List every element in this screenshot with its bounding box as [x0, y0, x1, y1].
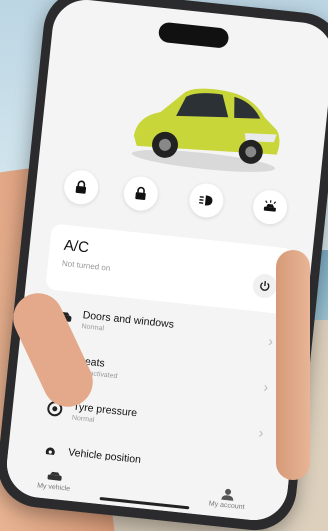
car-horn-icon: [263, 200, 277, 212]
headlight-button[interactable]: [187, 181, 226, 220]
list-item-status: Normal: [71, 414, 95, 424]
ac-power-button[interactable]: [251, 272, 278, 300]
chevron-right-icon: ›: [267, 332, 274, 350]
find-car-button[interactable]: [251, 188, 289, 226]
tab-label: My account: [208, 500, 245, 512]
hand-fingers: [276, 250, 310, 480]
chevron-right-icon: ›: [262, 378, 270, 395]
dynamic-island: [157, 21, 230, 49]
tab-my-vehicle[interactable]: My vehicle: [18, 467, 90, 495]
home-indicator: [99, 496, 190, 510]
ac-status: Not turned on: [61, 258, 111, 273]
lock-icon: [75, 180, 87, 194]
photo-background: A/C Not turned on Doors and windows Norm…: [0, 0, 328, 531]
car-icon: [47, 471, 62, 481]
tab-my-account[interactable]: My account: [191, 485, 263, 513]
tab-label: My vehicle: [36, 482, 71, 493]
lock-button[interactable]: [62, 168, 100, 206]
headlight-icon: [199, 195, 213, 206]
ac-title: A/C: [63, 236, 90, 257]
car-image: [131, 88, 280, 172]
unlock-button[interactable]: [122, 174, 160, 213]
user-icon: [221, 488, 234, 501]
power-icon: [260, 281, 270, 291]
lock-icon: [135, 186, 146, 200]
chevron-right-icon: ›: [257, 424, 265, 441]
list-item-status: Normal: [81, 323, 105, 333]
quick-controls: [62, 168, 295, 233]
